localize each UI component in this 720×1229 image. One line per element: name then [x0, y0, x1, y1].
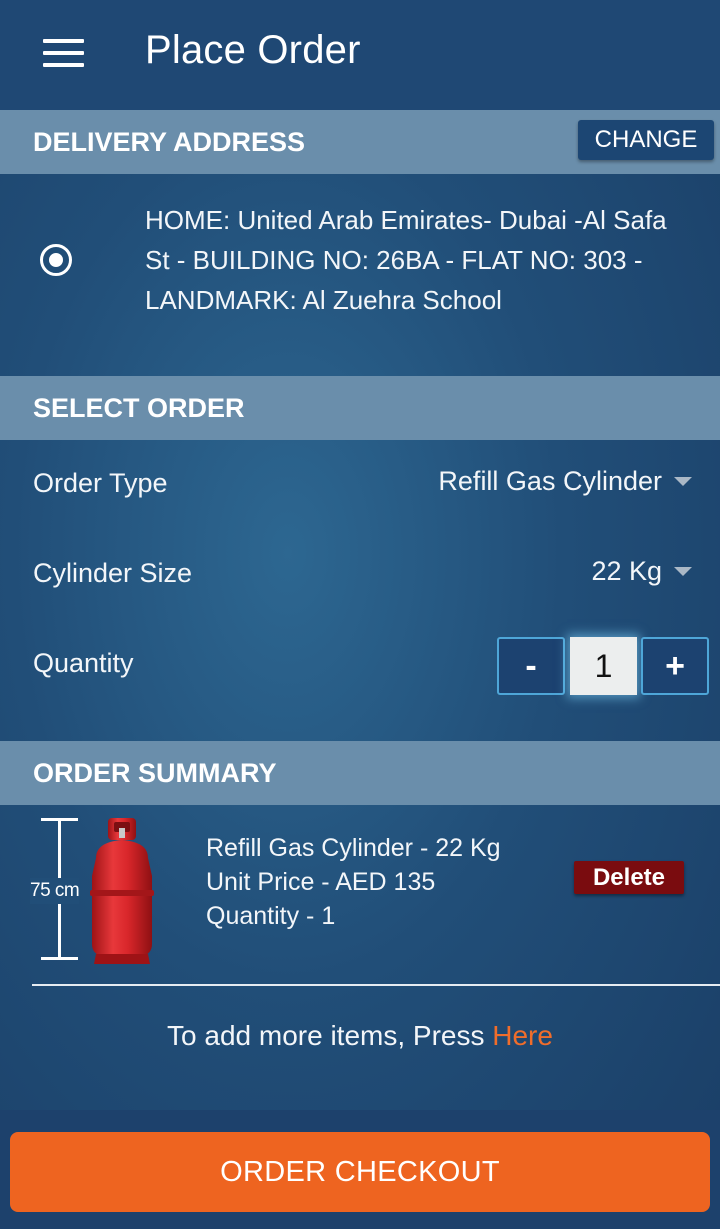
- order-type-dropdown[interactable]: Refill Gas Cylinder: [438, 466, 692, 497]
- item-name: Refill Gas Cylinder - 22 Kg: [206, 834, 501, 862]
- add-more-prompt: To add more items, Press: [167, 1020, 493, 1051]
- app-bar: Place Order: [0, 0, 720, 110]
- quantity-input[interactable]: 1: [570, 637, 637, 695]
- gas-cylinder-icon: [90, 818, 154, 964]
- hamburger-menu-icon[interactable]: [43, 39, 84, 67]
- delete-item-button[interactable]: Delete: [574, 861, 684, 894]
- item-unit-price: Unit Price - AED 135: [206, 868, 436, 896]
- dropdown-caret-icon: [674, 477, 692, 486]
- order-summary-item: 75 cm Refill Gas Cylinder - 22 Kg Unit P…: [0, 806, 720, 982]
- page-title: Place Order: [145, 28, 361, 72]
- address-radio-button[interactable]: [40, 244, 72, 276]
- order-type-value: Refill Gas Cylinder: [438, 466, 662, 496]
- quantity-decrement-button[interactable]: -: [497, 637, 565, 695]
- order-summary-header: ORDER SUMMARY: [0, 741, 720, 805]
- item-quantity: Quantity - 1: [206, 902, 336, 930]
- radio-selected-dot: [49, 253, 63, 267]
- delivery-address-heading: DELIVERY ADDRESS: [33, 126, 306, 157]
- height-dimension-indicator: 75 cm: [30, 818, 80, 960]
- summary-divider: [32, 984, 720, 986]
- cylinder-size-value: 22 Kg: [591, 556, 662, 586]
- select-order-header: SELECT ORDER: [0, 376, 720, 440]
- order-type-label: Order Type: [33, 468, 168, 498]
- select-order-heading: SELECT ORDER: [33, 392, 245, 423]
- order-item-details: Refill Gas Cylinder - 22 Kg Unit Price -…: [206, 831, 501, 933]
- add-more-here-link[interactable]: Here: [492, 1020, 553, 1051]
- dropdown-caret-icon: [674, 567, 692, 576]
- order-summary-heading: ORDER SUMMARY: [33, 757, 277, 788]
- cylinder-size-dropdown[interactable]: 22 Kg: [591, 556, 692, 587]
- change-address-button[interactable]: CHANGE: [578, 120, 714, 160]
- height-dimension-label: 75 cm: [30, 878, 80, 904]
- order-checkout-button[interactable]: ORDER CHECKOUT: [10, 1132, 710, 1212]
- quantity-label: Quantity: [33, 648, 134, 678]
- cylinder-size-label: Cylinder Size: [33, 558, 193, 588]
- add-more-items-text: To add more items, Press Here: [0, 1020, 720, 1052]
- delivery-address-text: HOME: United Arab Emirates- Dubai -Al Sa…: [145, 205, 667, 315]
- quantity-increment-button[interactable]: +: [641, 637, 709, 695]
